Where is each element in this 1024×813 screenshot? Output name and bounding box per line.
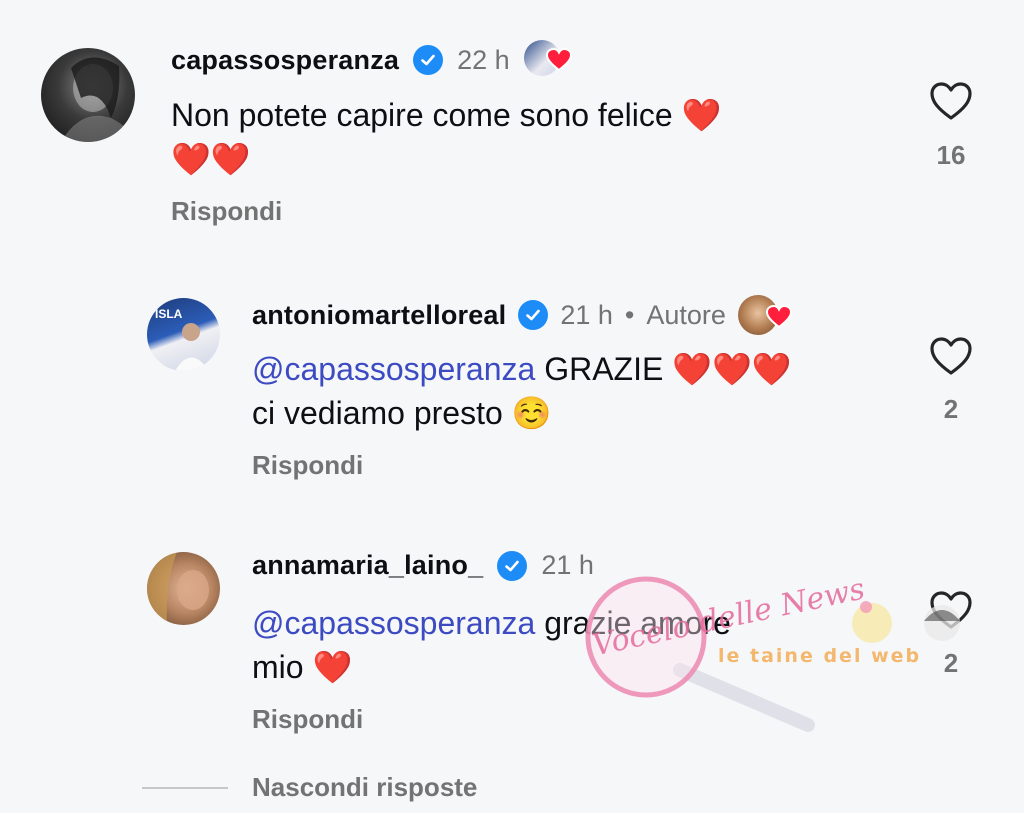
comment-header: antoniomartelloreal 21 h • Autore <box>252 295 792 335</box>
heart-emojis: ❤️❤️❤️ <box>672 351 792 387</box>
comment-header: annamaria_laino_ 21 h <box>252 550 594 581</box>
hide-replies-button[interactable]: Nascondi risposte <box>252 772 477 803</box>
comment-text-line2: ci vediamo presto ☺️ <box>252 390 552 436</box>
smiling-emoji: ☺️ <box>511 395 552 431</box>
divider-line <box>142 787 228 789</box>
heart-emoji: ❤️ <box>312 649 353 685</box>
comment-text-line1: grazie amore <box>544 605 731 641</box>
like-heart-icon[interactable] <box>929 590 973 630</box>
heart-emojis: ❤️❤️ <box>171 141 251 177</box>
timestamp: 22 h <box>457 44 510 75</box>
like-count: 2 <box>943 648 959 678</box>
reply-button[interactable]: Rispondi <box>171 196 282 227</box>
magnifier-watermark-logo <box>585 576 815 732</box>
mention-link[interactable]: @capassosperanza <box>252 605 535 641</box>
timestamp: 21 h <box>560 299 613 330</box>
comment-text-line2-text: mio <box>252 649 304 685</box>
liked-by-author-indicator <box>523 40 572 80</box>
avatar-antoniomartelloreal[interactable]: ISLA <box>147 298 220 371</box>
comment-text: @capassosperanza grazie amore <box>252 600 731 646</box>
comment-header: capassosperanza 22 h <box>171 40 572 80</box>
liked-by-author-indicator <box>737 295 792 335</box>
comment-text: @capassosperanza GRAZIE ❤️❤️❤️ <box>252 346 792 392</box>
comment-text-line2-text: ci vediamo presto <box>252 395 503 431</box>
avatar-photo-icon <box>147 552 209 625</box>
verified-badge-icon <box>518 300 549 330</box>
like-count: 2 <box>943 394 959 424</box>
heart-emoji: ❤️ <box>681 97 722 133</box>
avatar-capassosperanza[interactable] <box>41 48 135 142</box>
comment-text-line1: Non potete capire come sono felice <box>171 97 673 133</box>
separator-dot: • <box>624 299 635 330</box>
comment-text-line2: mio ❤️ <box>252 644 352 690</box>
avatar-photo-icon: ISLA <box>155 307 209 371</box>
reply-button[interactable]: Rispondi <box>252 704 363 735</box>
like-heart-icon[interactable] <box>929 81 973 121</box>
avatar-annamaria-laino[interactable] <box>147 552 220 625</box>
reply-button[interactable]: Rispondi <box>252 450 363 481</box>
avatar-photo-icon <box>61 57 135 142</box>
timestamp: 21 h <box>541 550 594 580</box>
verified-badge-icon <box>413 45 444 75</box>
like-heart-icon[interactable] <box>929 336 973 376</box>
svg-text:ISLA: ISLA <box>155 307 183 321</box>
watermark-right-text: le taine del web <box>718 645 922 667</box>
username[interactable]: capassosperanza <box>171 45 399 76</box>
heart-icon <box>545 48 572 72</box>
mention-link[interactable]: @capassosperanza <box>252 351 535 387</box>
comment-text-line1: GRAZIE <box>544 351 664 387</box>
username[interactable]: annamaria_laino_ <box>252 550 483 581</box>
heart-icon <box>765 305 792 329</box>
like-count: 16 <box>936 140 966 170</box>
verified-badge-icon <box>497 550 528 581</box>
author-label: Autore <box>646 299 726 330</box>
comment-text: Non potete capire come sono felice ❤️ <box>171 92 721 138</box>
username[interactable]: antoniomartelloreal <box>252 300 506 331</box>
